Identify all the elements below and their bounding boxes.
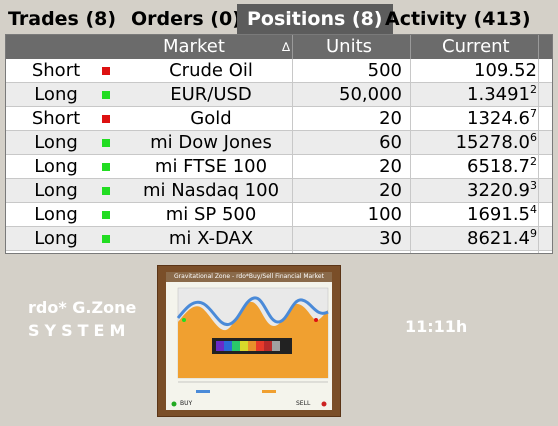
units-value: 20 [379,156,402,177]
tab-bar: Trades (8) Orders (0) Positions (8) Acti… [0,0,558,34]
status-green-icon [102,163,110,171]
column-divider [538,59,539,253]
units-value: 500 [367,60,402,81]
market-name: mi SP 500 [165,204,257,225]
market-name: mi X-DAX [168,228,254,249]
clock: 11:11h [405,317,468,336]
market-name: EUR/USD [170,84,252,105]
current-price: 6518.72 [416,155,537,179]
position-side: Short [31,108,81,129]
price-pip-digit: 7 [530,107,537,120]
header-divider [538,35,539,59]
position-side: Long [34,204,78,225]
market-name: mi FTSE 100 [154,156,268,177]
brand-subtitle: SYSTEM [28,321,131,340]
position-side: Long [34,156,78,177]
market-name: Gold [190,108,232,129]
tab-trades[interactable]: Trades (8) [8,5,116,33]
status-red-icon [102,115,110,123]
table-row[interactable]: Long mi Nasdaq 100 20 3220.93 [6,179,552,203]
thumbnail-chart-image [171,287,329,407]
current-price: 1691.54 [416,203,537,227]
current-price-main: 8621.4 [467,228,530,249]
current-price-main: 1.3491 [467,84,530,105]
current-price: 3220.93 [416,179,537,203]
status-green-icon [102,235,110,243]
position-side: Long [34,132,78,153]
brand-name: rdo* G.Zone [28,298,137,317]
status-green-icon [102,91,110,99]
price-pip-digit: 3 [530,179,537,192]
current-price: 1.34912 [416,83,537,107]
chart-thumbnail: Gravitational Zone - rdo*Buy/Sell Financ… [157,265,341,417]
status-green-icon [102,211,110,219]
column-header-market[interactable]: Market [163,35,225,59]
current-price-main: 109.52 [474,60,537,81]
current-price-main: 15278.0 [455,132,530,153]
position-side: Long [34,228,78,249]
header-divider [410,35,411,59]
current-price-main: 1691.5 [467,204,530,225]
current-price: 8621.49 [416,227,537,251]
position-side: Long [34,180,78,201]
column-divider [292,59,293,253]
thumbnail-title: Gravitational Zone - rdo*Buy/Sell Financ… [166,272,332,282]
table-row[interactable]: Long mi X-DAX 30 8621.49 [6,227,552,251]
current-price-main: 3220.9 [467,180,530,201]
position-side: Short [31,60,81,81]
market-name: Crude Oil [169,60,253,81]
units-value: 50,000 [339,84,402,105]
column-header-current[interactable]: Current [442,35,510,59]
price-pip-digit: 6 [530,131,537,144]
position-side: Long [34,84,78,105]
column-header-units[interactable]: Units [326,35,372,59]
market-name: mi Nasdaq 100 [142,180,280,201]
units-value: 100 [367,204,402,225]
units-value: 60 [379,132,402,153]
table-row[interactable]: Long mi FTSE 100 20 6518.72 [6,155,552,179]
table-row[interactable]: Short Gold 20 1324.67 [6,107,552,131]
status-red-icon [102,67,110,75]
current-price: 15278.06 [416,131,537,155]
price-pip-digit: 4 [530,203,537,216]
units-value: 20 [379,180,402,201]
sell-label: SELL [296,400,311,407]
status-green-icon [102,187,110,195]
price-pip-digit: 9 [530,227,537,240]
tab-orders[interactable]: Orders (0) [131,5,241,33]
status-green-icon [102,139,110,147]
buy-label: BUY [180,400,193,407]
tab-activity[interactable]: Activity (413) [385,5,531,33]
sort-indicator-icon[interactable]: ∆ [282,35,290,59]
current-price-main: 6518.7 [467,156,530,177]
current-price: 1324.67 [416,107,537,131]
units-value: 30 [379,228,402,249]
current-price: 109.52 [416,59,537,83]
price-pip-digit: 2 [530,155,537,168]
table-header: Market ∆ Units Current [6,35,552,59]
price-pip-digit: 2 [530,83,537,96]
header-divider [292,35,293,59]
units-value: 20 [379,108,402,129]
table-row[interactable]: Long mi SP 500 100 1691.54 [6,203,552,227]
table-row[interactable]: Long mi Dow Jones 60 15278.06 [6,131,552,155]
current-price-main: 1324.6 [467,108,530,129]
tab-positions[interactable]: Positions (8) [237,4,393,34]
table-row[interactable]: Long EUR/USD 50,000 1.34912 [6,83,552,107]
column-divider [410,59,411,253]
positions-table: Market ∆ Units Current Short Crude Oil 500… [5,34,553,254]
row-divider [6,250,552,251]
market-name: mi Dow Jones [150,132,272,153]
thumbnail-panel: Gravitational Zone - rdo*Buy/Sell Financ… [166,272,332,410]
table-row[interactable]: Short Crude Oil 500 109.52 [6,59,552,83]
